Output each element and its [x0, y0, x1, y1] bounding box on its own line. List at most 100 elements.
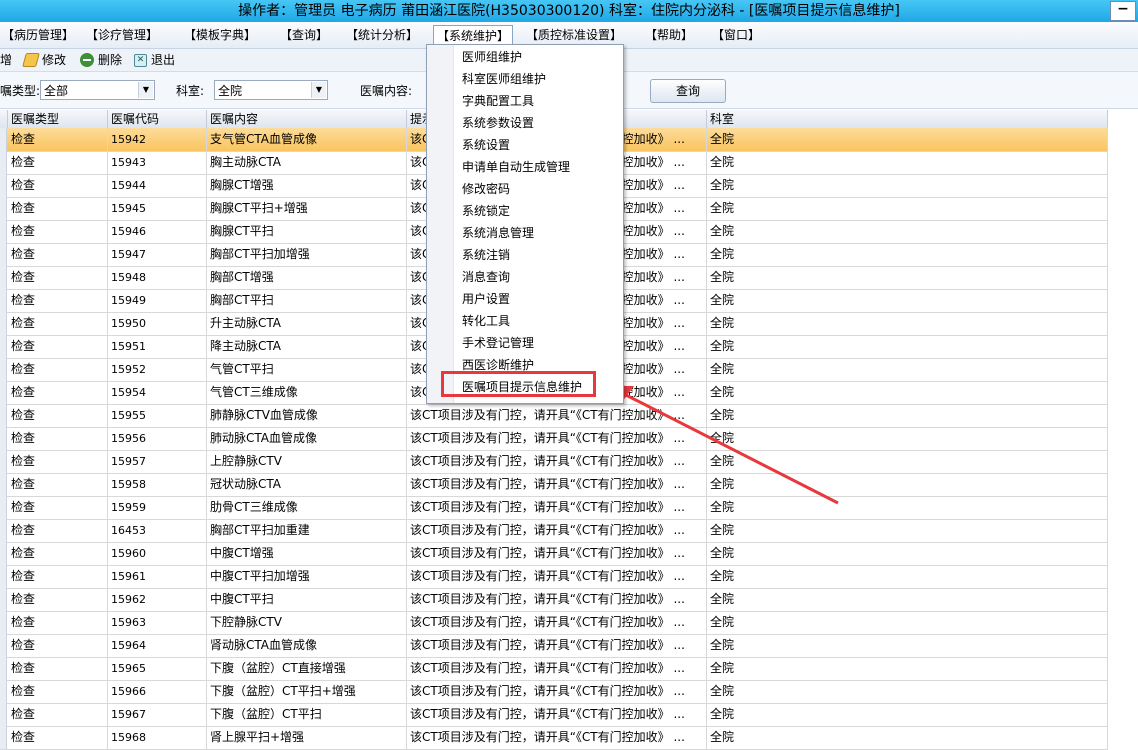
row-indicator[interactable]	[0, 289, 7, 312]
dept-select[interactable]: 全院 ▼	[214, 80, 328, 100]
dropdown-item[interactable]: 转化工具	[462, 311, 510, 331]
dropdown-item[interactable]: 手术登记管理	[462, 333, 534, 353]
dropdown-item[interactable]: 消息查询	[462, 267, 510, 287]
dropdown-item[interactable]: 医师组维护	[462, 47, 522, 67]
dropdown-item[interactable]: 系统消息管理	[462, 223, 534, 243]
order-type-cell: 检查	[8, 404, 108, 427]
menu-query[interactable]: 【查询】	[280, 26, 328, 44]
table-row[interactable]: 检查 15958 冠状动脉CTA 该CT项目涉及有门控，请开具“《CT有门控加收》 .…	[0, 473, 1108, 497]
new-button[interactable]: 增	[0, 52, 12, 68]
row-indicator[interactable]	[0, 450, 7, 473]
row-indicator[interactable]	[0, 634, 7, 657]
dropdown-item[interactable]: 系统设置	[462, 135, 510, 155]
table-row[interactable]: 检查 16453 胸部CT平扫加重建 该CT项目涉及有门控，请开具“《CT有门控加收》…	[0, 519, 1108, 543]
dropdown-item[interactable]: 字典配置工具	[462, 91, 534, 111]
table-row[interactable]: 检查 15955 肺静脉CTV血管成像 该CT项目涉及有门控，请开具“《CT有门控加收…	[0, 404, 1108, 428]
table-row[interactable]: 检查 15964 肾动脉CTA血管成像 该CT项目涉及有门控，请开具“《CT有门控加收…	[0, 634, 1108, 658]
row-indicator[interactable]	[0, 542, 7, 565]
row-indicator[interactable]	[0, 473, 7, 496]
row-indicator[interactable]	[0, 496, 7, 519]
exit-button[interactable]: ✕ 退出	[134, 52, 175, 68]
row-indicator[interactable]	[0, 220, 7, 243]
chevron-down-icon[interactable]: ▼	[138, 82, 153, 98]
chevron-down-icon[interactable]: ▼	[311, 82, 326, 98]
table-row[interactable]: 检查 15961 中腹CT平扫加增强 该CT项目涉及有门控，请开具“《CT有门控加收》…	[0, 565, 1108, 589]
new-label: 增	[0, 53, 13, 67]
dropdown-item[interactable]: 修改密码	[462, 179, 510, 199]
row-indicator[interactable]	[0, 312, 7, 335]
edit-button[interactable]: 修改	[22, 52, 66, 68]
menu-quality-standards[interactable]: 【质控标准设置】	[526, 26, 622, 44]
order-type-cell: 检查	[8, 726, 108, 749]
department-cell: 全院	[707, 565, 1108, 588]
table-row[interactable]: 检查 15957 上腔静脉CTV 该CT项目涉及有门控，请开具“《CT有门控加收》 .…	[0, 450, 1108, 474]
table-row[interactable]: 检查 15968 肾上腺平扫+增强 该CT项目涉及有门控，请开具“《CT有门控加收》 …	[0, 726, 1108, 750]
row-indicator[interactable]	[0, 358, 7, 381]
order-type-cell: 检查	[8, 174, 108, 197]
table-row[interactable]: 检查 15963 下腔静脉CTV 该CT项目涉及有门控，请开具“《CT有门控加收》 .…	[0, 611, 1108, 635]
row-indicator[interactable]	[0, 335, 7, 358]
minimize-button[interactable]: −	[1110, 1, 1136, 21]
department-cell: 全院	[707, 151, 1108, 174]
order-content-cell: 中腹CT平扫	[207, 588, 407, 611]
query-button[interactable]: 查询	[650, 79, 726, 103]
dropdown-item[interactable]: 用户设置	[462, 289, 510, 309]
order-type-cell: 检查	[8, 289, 108, 312]
order-type-cell: 检查	[8, 588, 108, 611]
row-indicator[interactable]	[0, 703, 7, 726]
row-indicator[interactable]	[0, 565, 7, 588]
table-row[interactable]: 检查 15962 中腹CT平扫 该CT项目涉及有门控，请开具“《CT有门控加收》 ..…	[0, 588, 1108, 612]
department-cell: 全院	[707, 220, 1108, 243]
row-indicator[interactable]	[0, 427, 7, 450]
row-indicator[interactable]	[0, 611, 7, 634]
col-department[interactable]: 科室	[707, 110, 1108, 128]
col-order-type[interactable]: 医嘱类型	[8, 110, 108, 128]
dropdown-item[interactable]: 科室医师组维护	[462, 69, 546, 89]
order-content-cell: 肺动脉CTA血管成像	[207, 427, 407, 450]
menu-diagnosis[interactable]: 【诊疗管理】	[86, 26, 158, 44]
col-order-content[interactable]: 医嘱内容	[207, 110, 407, 128]
row-indicator[interactable]	[0, 266, 7, 289]
row-indicator[interactable]	[0, 588, 7, 611]
dropdown-item[interactable]: 系统锁定	[462, 201, 510, 221]
table-row[interactable]: 检查 15967 下腹（盆腔）CT平扫 该CT项目涉及有门控，请开具“《CT有门控加收…	[0, 703, 1108, 727]
row-indicator[interactable]	[0, 381, 7, 404]
row-indicator[interactable]	[0, 680, 7, 703]
delete-icon	[80, 53, 94, 67]
pencil-icon	[22, 53, 40, 67]
table-row[interactable]: 检查 15959 肋骨CT三维成像 该CT项目涉及有门控，请开具“《CT有门控加收》 …	[0, 496, 1108, 520]
menu-template-dictionary[interactable]: 【模板字典】	[184, 26, 256, 44]
dropdown-item[interactable]: 申请单自动生成管理	[462, 157, 570, 177]
order-type-cell: 检查	[8, 542, 108, 565]
type-select[interactable]: 全部 ▼	[40, 80, 155, 100]
row-indicator-header	[0, 110, 8, 128]
dropdown-item[interactable]: 系统参数设置	[462, 113, 534, 133]
row-indicator[interactable]	[0, 128, 7, 151]
dropdown-item[interactable]: 系统注销	[462, 245, 510, 265]
order-code-cell: 15950	[108, 312, 207, 335]
department-cell: 全院	[707, 381, 1108, 404]
menu-statistics[interactable]: 【统计分析】	[346, 26, 418, 44]
hint-cell: 该CT项目涉及有门控，请开具“《CT有门控加收》 ...	[407, 519, 707, 542]
row-indicator[interactable]	[0, 197, 7, 220]
table-row[interactable]: 检查 15966 下腹（盆腔）CT平扫+增强 该CT项目涉及有门控，请开具“《CT有门…	[0, 680, 1108, 704]
row-indicator[interactable]	[0, 174, 7, 197]
menu-window[interactable]: 【窗口】	[712, 26, 760, 44]
row-indicator[interactable]	[0, 243, 7, 266]
table-row[interactable]: 检查 15965 下腹（盆腔）CT直接增强 该CT项目涉及有门控，请开具“《CT有门控…	[0, 657, 1108, 681]
menu-help[interactable]: 【帮助】	[645, 26, 693, 44]
table-row[interactable]: 检查 15956 肺动脉CTA血管成像 该CT项目涉及有门控，请开具“《CT有门控加收…	[0, 427, 1108, 451]
row-indicator[interactable]	[0, 726, 7, 749]
row-indicator[interactable]	[0, 519, 7, 542]
department-cell: 全院	[707, 404, 1108, 427]
row-indicator[interactable]	[0, 404, 7, 427]
row-indicator[interactable]	[0, 151, 7, 174]
hint-cell: 该CT项目涉及有门控，请开具“《CT有门控加收》 ...	[407, 496, 707, 519]
table-row[interactable]: 检查 15960 中腹CT增强 该CT项目涉及有门控，请开具“《CT有门控加收》 ..…	[0, 542, 1108, 566]
col-order-code[interactable]: 医嘱代码	[108, 110, 207, 128]
delete-button[interactable]: 删除	[80, 52, 122, 68]
department-cell: 全院	[707, 657, 1108, 680]
row-indicator[interactable]	[0, 657, 7, 680]
menu-medical-records[interactable]: 【病历管理】	[2, 26, 74, 44]
order-code-cell: 15963	[108, 611, 207, 634]
